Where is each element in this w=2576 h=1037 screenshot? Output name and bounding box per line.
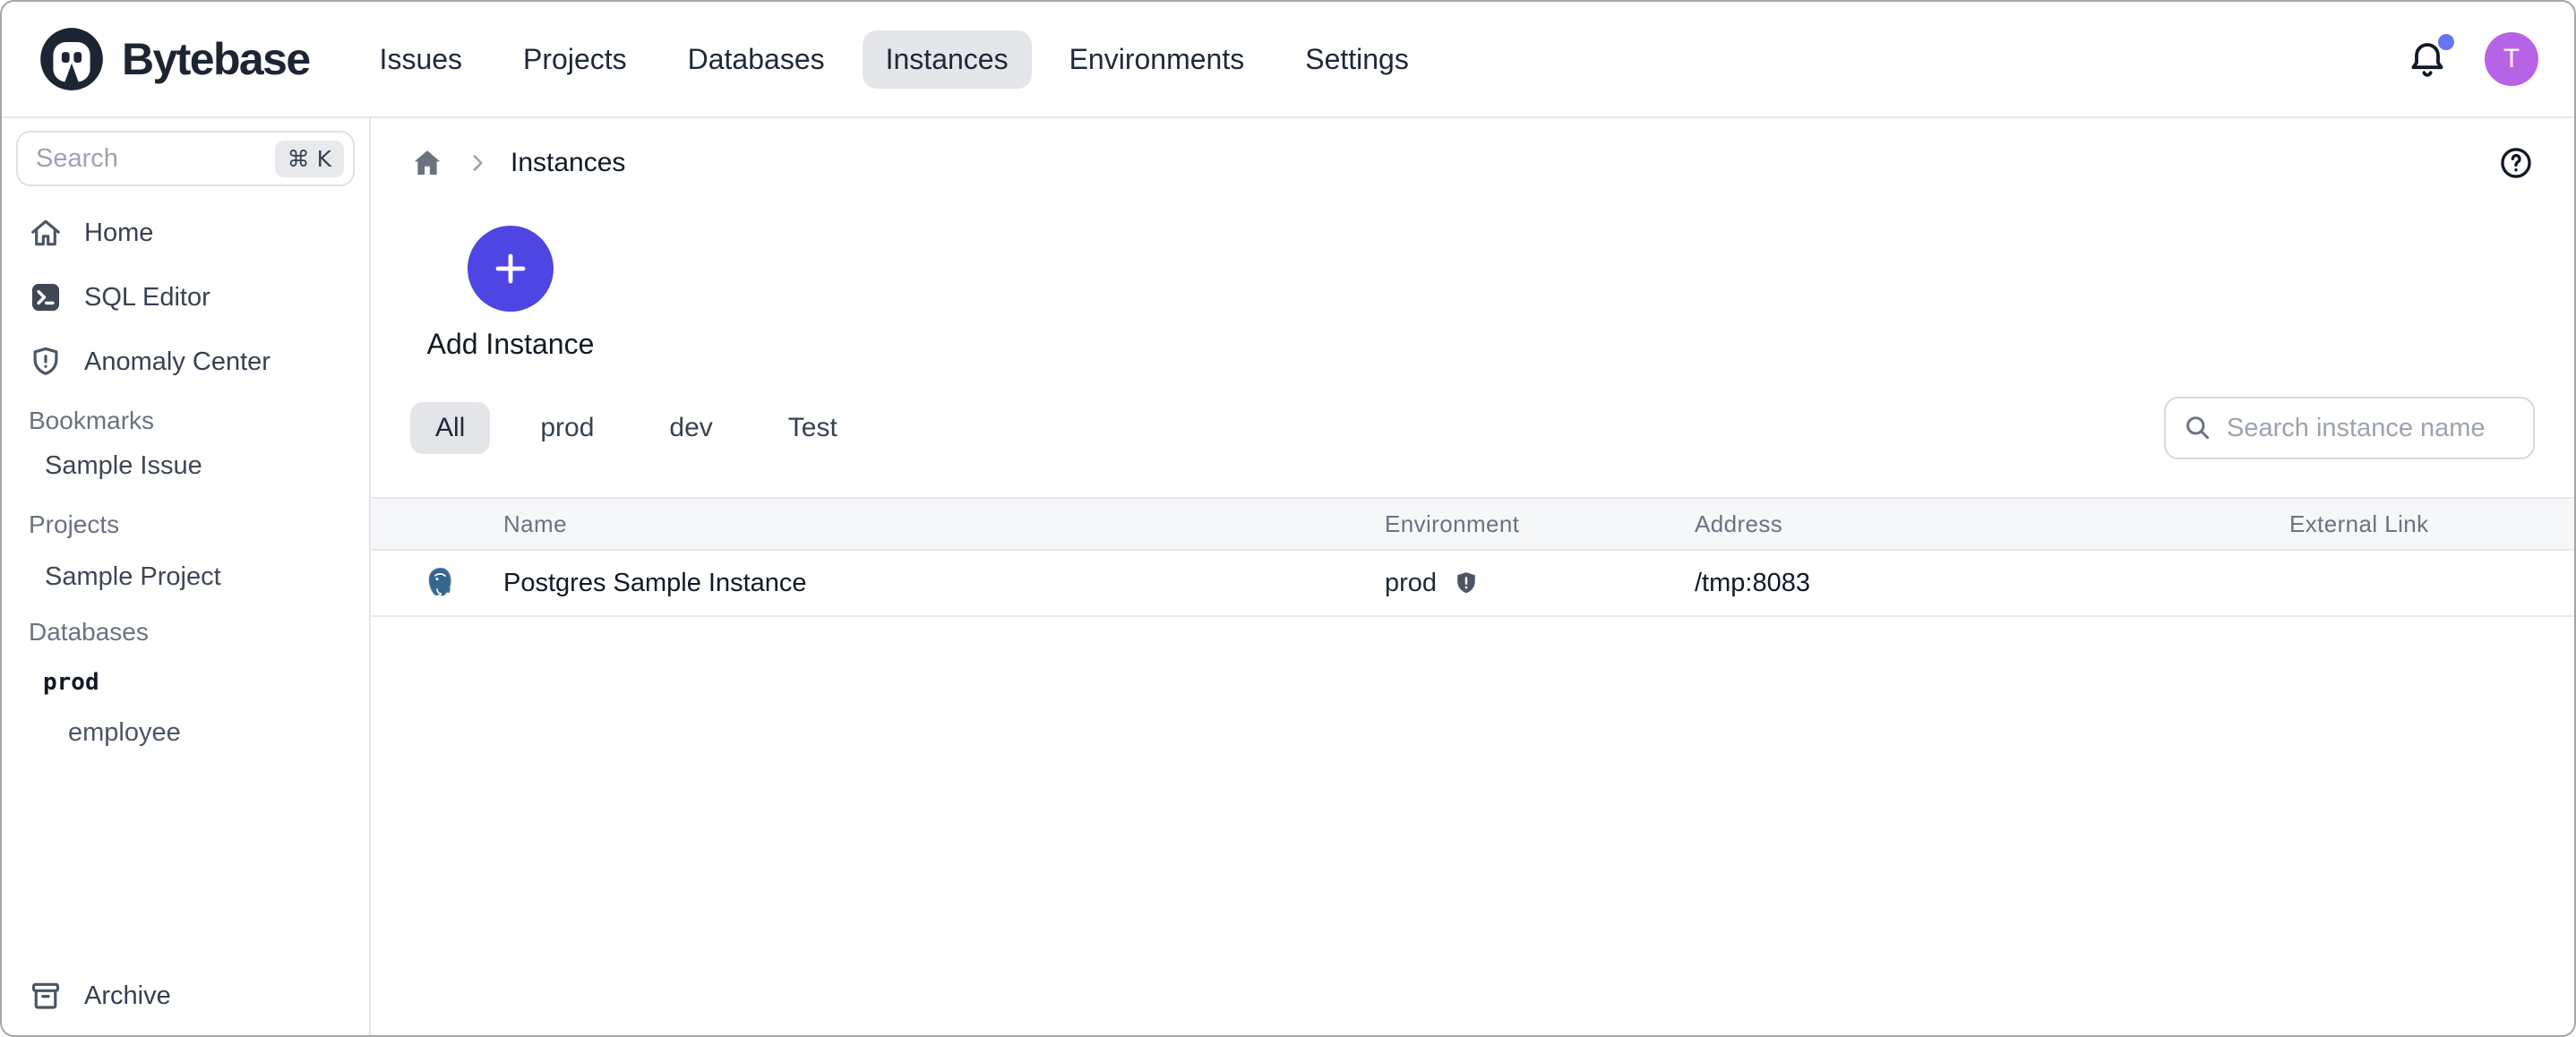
top-navigation-bar: Bytebase Issues Projects Databases Insta… [2,2,2574,118]
nav-item-instances[interactable]: Instances [863,30,1032,89]
breadcrumb: Instances [371,118,2574,208]
sidebar-item-label: SQL Editor [84,283,210,313]
plus-icon [489,247,532,290]
instance-name: Postgres Sample Instance [503,569,807,598]
filter-tab-all[interactable]: All [410,402,490,454]
topbar-right: T [2406,32,2538,86]
table-row[interactable]: Postgres Sample Instance prod /tmp:808 [371,551,2574,617]
sidebar-search[interactable]: ⌘ K [16,131,355,186]
search-icon [2184,414,2212,442]
sidebar-item-anomaly-center[interactable]: Anomaly Center [2,330,369,394]
bytebase-app-window: Bytebase Issues Projects Databases Insta… [0,0,2576,1037]
sidebar-item-sample-project[interactable]: Sample Project [2,552,369,602]
nav-item-projects[interactable]: Projects [500,30,650,89]
search-input[interactable] [36,144,275,174]
sidebar-item-db-env-prod[interactable]: prod [2,657,369,707]
address-value: /tmp:8083 [1695,569,2289,598]
column-header-name: Name [371,510,1385,538]
help-circle-icon[interactable] [2497,144,2535,182]
environment-filter-tabs: All prod dev Test [410,402,863,454]
bytebase-logo-icon [38,25,106,93]
terminal-icon [29,280,63,314]
sidebar-item-sql-editor[interactable]: SQL Editor [2,265,369,330]
sidebar-section-databases: Databases [2,613,369,652]
avatar[interactable]: T [2485,32,2538,86]
environment-value: prod [1385,569,1437,598]
nav-item-environments[interactable]: Environments [1046,30,1268,89]
sidebar-section-bookmarks: Bookmarks [2,401,369,441]
archive-box-icon [29,979,63,1013]
column-header-environment: Environment [1385,510,1695,538]
shield-icon [1453,570,1480,596]
add-instance: Add Instance [412,226,609,361]
sidebar: ⌘ K Home [2,118,371,1035]
sidebar-item-db-employee[interactable]: employee [2,707,369,758]
instance-search[interactable] [2164,397,2535,459]
postgresql-icon [423,565,459,601]
primary-nav: Issues Projects Databases Instances Envi… [356,30,1432,89]
table-header-row: Name Environment Address External Link [371,497,2574,551]
bytebase-logo[interactable]: Bytebase [38,25,310,93]
sidebar-item-archive[interactable]: Archive [2,964,369,1028]
filter-tab-prod[interactable]: prod [515,402,619,454]
nav-item-settings[interactable]: Settings [1282,30,1432,89]
nav-item-issues[interactable]: Issues [356,30,485,89]
sidebar-item-sample-issue[interactable]: Sample Issue [2,441,369,491]
sidebar-section-projects: Projects [2,505,369,544]
instance-search-input[interactable] [2227,414,2515,443]
add-instance-button[interactable] [468,226,554,312]
filter-tab-test[interactable]: Test [763,402,863,454]
nav-item-databases[interactable]: Databases [665,30,848,89]
notification-bell-icon[interactable] [2406,38,2449,81]
add-instance-label: Add Instance [427,328,595,361]
sidebar-item-label: Archive [84,981,171,1011]
avatar-initial: T [2503,44,2520,74]
main-content: Instances Add Ins [371,118,2574,1035]
shield-alert-icon [29,345,63,379]
instances-table: Name Environment Address External Link [371,497,2574,617]
sidebar-item-label: Home [84,219,153,248]
brand-name: Bytebase [122,33,310,85]
sidebar-item-label: Anomaly Center [84,347,270,377]
column-header-address: Address [1695,510,2289,538]
notification-dot [2438,34,2454,50]
filter-tab-dev[interactable]: dev [644,402,737,454]
home-icon [29,216,63,250]
breadcrumb-current: Instances [511,148,625,178]
search-shortcut-badge: ⌘ K [275,141,344,177]
column-header-external-link: External Link [2289,510,2574,538]
sidebar-item-home[interactable]: Home [2,201,369,265]
breadcrumb-home-icon[interactable] [410,146,444,180]
chevron-right-icon [466,151,489,175]
